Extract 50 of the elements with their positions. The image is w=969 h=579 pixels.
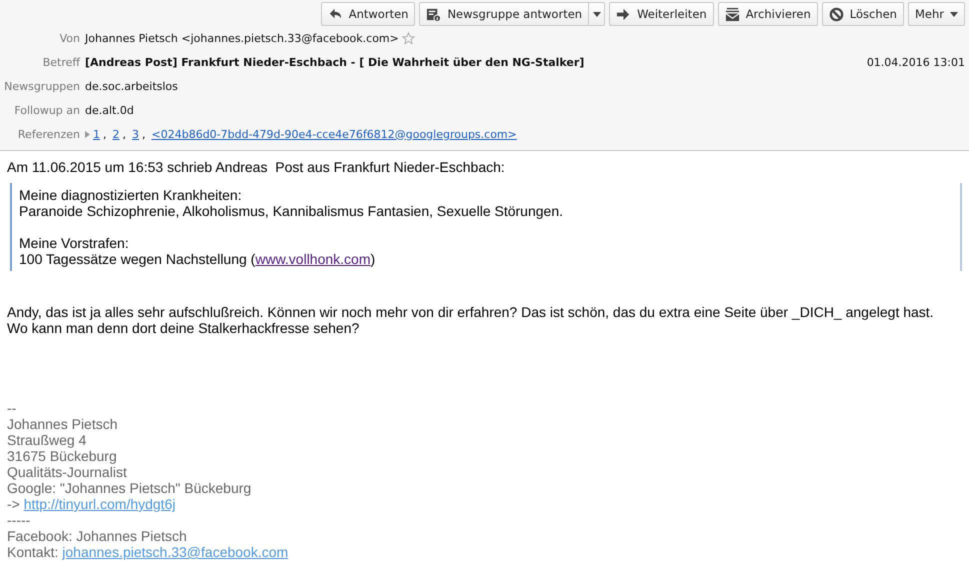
forward-arrow-icon [616, 6, 632, 22]
header-label: Von [58, 32, 80, 44]
subject: [Andreas Post] Frankfurt Nieder-Eschbach - [ Die Wahrheit über den NG-Stalker] [85, 56, 586, 68]
link[interactable]: www.vollhonk.com [255, 251, 370, 267]
text-line: Meine diagnostizierten Krankheiten: [19, 187, 242, 203]
text-line: -- [7, 400, 16, 416]
star-icon[interactable] [402, 32, 415, 44]
separator: , [122, 128, 126, 140]
followup-group: de.alt.0d [85, 104, 960, 116]
date: 01.04.2016 13:01 [866, 56, 965, 68]
text-line: Google: "Johannes Pietsch" Bückeburg [7, 480, 252, 496]
more-menu-button[interactable]: Mehr [908, 2, 965, 26]
header-label: Referenzen [16, 128, 80, 140]
newsgroup: de.soc.arbeitslos [85, 80, 179, 92]
caret-icon [592, 12, 601, 16]
text-line: Paranoide Schizophrenie, Alkoholismus, Kannibalismus Fantasien, Sexuelle Störungen. [19, 203, 563, 219]
quote-intro: Am 11.06.2015 um 16:53 schrieb Andreas Post aus Frankfurt Nieder-Eschbach: [7, 159, 506, 175]
reply-text: Wo kann man denn dort deine Stalkerhackfresse sehen? [7, 320, 360, 336]
newsgroup-reply-button[interactable]: Newsgruppe antworten [419, 2, 590, 26]
text-line: Facebook: Johannes Pietsch [7, 528, 187, 544]
toolbar-button[interactable]: Antworten [320, 2, 416, 26]
text-line: Johannes Pietsch [7, 416, 118, 432]
expand-triangle-icon[interactable] [85, 130, 90, 138]
delete-icon [828, 6, 844, 22]
archive-icon [724, 6, 740, 22]
dropdown-button[interactable] [589, 2, 606, 26]
text-line: Straußweg 4 [7, 432, 86, 448]
header-label: Betreff [42, 56, 80, 68]
toolbar-button[interactable]: Archivieren [718, 2, 818, 26]
text-line: Meine Vorstrafen: [19, 235, 129, 251]
separator: , [103, 128, 106, 140]
text-line: 31675 Bückeburg [7, 448, 117, 464]
newsgroup-reply-icon [426, 6, 442, 22]
reference-link[interactable]: 2 [112, 128, 120, 140]
reference-link[interactable]: <024b86d0-7bdd-479d-90e4-cce4e76f6812@googlegroups.com> [152, 128, 517, 140]
header-label: Newsgruppen [3, 80, 80, 92]
toolbar-button[interactable]: Löschen [822, 2, 904, 26]
text-line: Kontakt: johannes.pietsch.33@facebook.com [7, 544, 288, 560]
text-line: Qualitäts-Journalist [7, 464, 127, 480]
text-line: 100 Tagessätze wegen Nachstellung (www.vollhonk.com) [19, 251, 376, 267]
toolbar-button[interactable]: Weiterleiten [609, 2, 714, 26]
header-label: Followup an [13, 104, 80, 116]
text-line: -> http://tinyurl.com/hydgt6j [7, 496, 176, 512]
reference-link[interactable]: 1 [93, 128, 100, 140]
sender: Johannes Pietsch <johannes.pietsch.33@facebook.com> [85, 32, 399, 44]
caret-icon [950, 12, 958, 16]
reference-link[interactable]: 3 [132, 128, 139, 140]
text-line: ----- [7, 512, 30, 528]
reply-text: Andy, das ist ja alles sehr aufschlußreich. Können wir noch mehr von dir erfahren? Das ist schön, das du extra eine Seite über _DICH_ angelegt hast. [7, 304, 934, 320]
separator: , [142, 128, 146, 140]
